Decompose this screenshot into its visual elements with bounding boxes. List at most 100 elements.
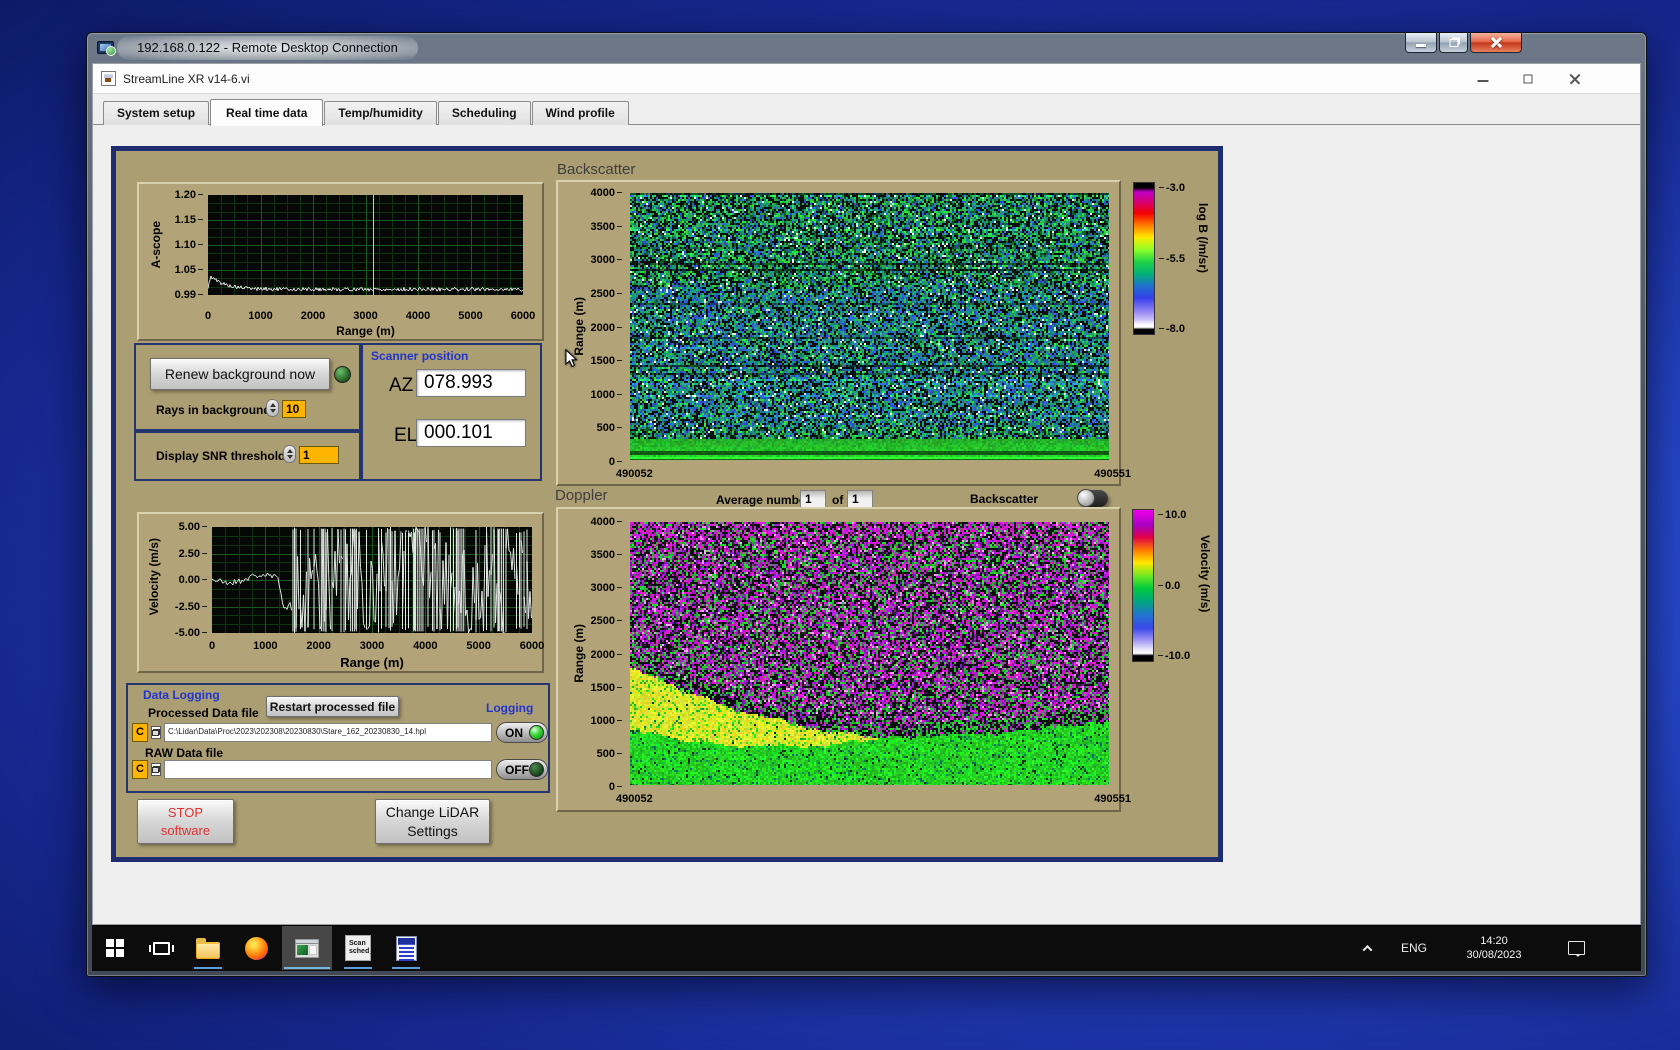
snr-threshold-label: Display SNR threshold [156, 449, 286, 463]
vi-icon [101, 71, 116, 86]
app-title: StreamLine XR v14-6.vi [123, 72, 250, 86]
ascope-graph: A-scope 1.20 1.15 1.10 1.05 0.99 0 1000 2000 30… [137, 182, 544, 341]
processed-logging-toggle[interactable]: ON [496, 722, 548, 743]
on-label: ON [505, 725, 523, 740]
tab-system-setup[interactable]: System setup [103, 101, 210, 125]
logging-off-led [529, 762, 544, 777]
raw-logging-toggle[interactable]: OFF [496, 759, 548, 780]
date-label: 30/08/2023 [1466, 949, 1522, 961]
tick-label: 1.10 [155, 239, 203, 251]
task-view-icon [148, 941, 174, 955]
app-close-button[interactable] [1558, 64, 1592, 93]
rdp-minimize-button[interactable] [1405, 33, 1437, 53]
app-titlebar[interactable]: StreamLine XR v14-6.vi [93, 64, 1640, 94]
rdp-title-capsule: 192.168.0.122 - Remote Desktop Connectio… [117, 36, 418, 60]
tick-label: 2000 [578, 322, 622, 334]
velocity-plot-area[interactable] [212, 527, 532, 633]
tick-label: 6000 [519, 640, 545, 652]
tick-label: 6000 [510, 310, 536, 322]
action-center-button[interactable] [1554, 926, 1598, 970]
tick-label: 1500 [578, 355, 622, 367]
app-minimize-button[interactable] [1466, 64, 1500, 93]
language-label: ENG [1400, 941, 1427, 955]
processed-drive-selector[interactable]: C [132, 723, 148, 742]
snr-spinner[interactable] [283, 445, 296, 463]
browse-icon[interactable] [151, 726, 161, 739]
rdp-titlebar[interactable]: 192.168.0.122 - Remote Desktop Connectio… [87, 33, 1646, 63]
language-indicator[interactable]: ENG [1392, 926, 1436, 970]
backscatter-title: Backscatter [557, 161, 636, 178]
start-button[interactable] [94, 926, 136, 970]
taskbar: Scan sched_ ENG 14:20 30/08/2023 [92, 925, 1641, 971]
task-view-button[interactable] [140, 926, 182, 970]
blue-document-icon [395, 935, 417, 961]
tray-expand-button[interactable] [1350, 926, 1384, 970]
raw-drive-selector[interactable]: C [132, 760, 148, 779]
rdp-restore-button[interactable] [1439, 33, 1468, 53]
restart-processed-file-button[interactable]: Restart processed file [266, 696, 399, 717]
rays-spinner[interactable] [266, 399, 279, 417]
tick-label: 0.00 [157, 574, 207, 586]
tab-scheduling[interactable]: Scheduling [437, 101, 531, 125]
taskbar-blue-document-app[interactable] [384, 926, 428, 970]
ascope-x-axis-label: Range (m) [336, 324, 395, 338]
az-value-field[interactable]: 078.993 [416, 369, 526, 397]
change-lidar-settings-button[interactable]: Change LiDAR Settings [375, 799, 490, 844]
rdp-close-button[interactable] [1470, 33, 1522, 53]
rays-value-field[interactable]: 10 [282, 400, 306, 418]
tick-label: 5000 [458, 310, 483, 322]
az-label: AZ [389, 375, 414, 396]
scan-icon-text1: Scan [349, 940, 366, 947]
ascope-y-ticks: 1.20 1.15 1.10 1.05 0.99 [155, 189, 203, 301]
raw-path-field[interactable] [164, 760, 492, 779]
tick-label: 2000 [578, 649, 622, 661]
running-indicator [194, 967, 222, 969]
tab-bar: System setup Real time data Temp/humidit… [103, 97, 629, 126]
taskbar-firefox[interactable] [234, 926, 278, 970]
streamline-app-icon [295, 938, 319, 958]
tick-label: 3500 [578, 549, 622, 561]
tick-label: 2500 [578, 288, 622, 300]
tab-wind-profile[interactable]: Wind profile [531, 101, 629, 125]
snr-value-field[interactable]: 1 [299, 446, 339, 464]
tab-real-time-data[interactable]: Real time data [210, 99, 324, 126]
stop-software-button[interactable]: STOP software [137, 799, 234, 844]
el-value-field[interactable]: 000.101 [416, 419, 526, 447]
taskbar-streamline-app[interactable] [282, 926, 332, 970]
renew-status-led [334, 366, 351, 383]
close-icon [1569, 73, 1581, 85]
background-controls-box: Renew background now Rays in background … [134, 343, 361, 431]
running-indicator [344, 967, 372, 969]
tick-label: 3500 [578, 221, 622, 233]
logging-on-led [529, 725, 544, 740]
restore-icon [1523, 74, 1533, 83]
data-logging-box: Data Logging Processed Data file Restart… [126, 683, 550, 793]
doppler-colorbar [1132, 509, 1154, 662]
velocity-y-ticks: 5.00 2.50 0.00 -2.50 -5.00 [157, 521, 207, 639]
front-panel: A-scope 1.20 1.15 1.10 1.05 0.99 0 1000 2000 30… [111, 146, 1223, 862]
backscatter-toggle-label: Backscatter [970, 492, 1039, 506]
backscatter-doppler-toggle[interactable] [1077, 489, 1108, 507]
doppler-heatmap[interactable] [630, 522, 1109, 785]
scanner-position-title: Scanner position [371, 349, 469, 363]
backscatter-heatmap[interactable] [630, 193, 1109, 460]
tab-temp-humidity[interactable]: Temp/humidity [324, 101, 437, 125]
doppler-title: Doppler [555, 487, 608, 504]
running-indicator [392, 967, 420, 969]
time-label: 14:20 [1480, 935, 1508, 947]
taskbar-file-explorer[interactable] [186, 926, 230, 970]
processed-path-field[interactable]: C:\Lidar\Data\Proc\2023\202308\20230830\… [164, 723, 492, 742]
renew-background-button[interactable]: Renew background now [150, 358, 330, 390]
tick-label: 3000 [353, 310, 378, 322]
ascope-plot-area[interactable] [208, 195, 523, 295]
rdp-window: 192.168.0.122 - Remote Desktop Connectio… [86, 32, 1647, 977]
tick-label: 3000 [359, 640, 385, 652]
tick-label: 4000 [413, 640, 438, 652]
stop-line2: software [160, 822, 211, 838]
remote-session: StreamLine XR v14-6.vi System setup Real… [92, 63, 1641, 971]
browse-icon[interactable] [151, 763, 161, 776]
clock[interactable]: 14:20 30/08/2023 [1444, 926, 1544, 970]
tick-label: -8.0 [1159, 323, 1185, 335]
app-restore-button[interactable] [1511, 64, 1545, 93]
taskbar-scan-scheduler[interactable]: Scan sched_ [336, 926, 380, 970]
